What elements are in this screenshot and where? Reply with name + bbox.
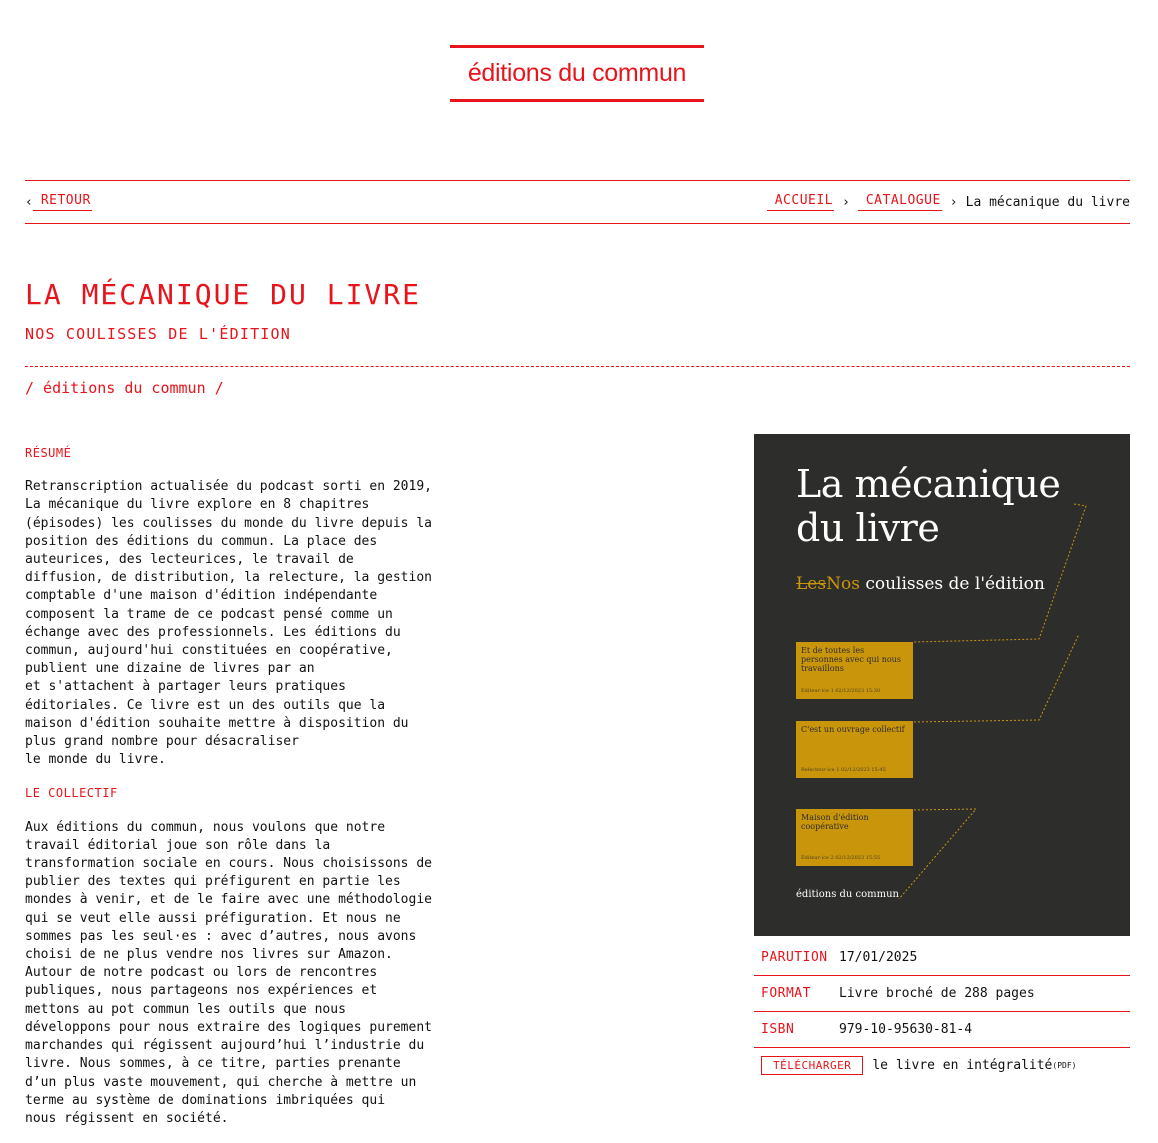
cover-title: La mécanique du livre — [796, 462, 1061, 550]
format-row: FORMAT Livre broché de 288 pages — [754, 976, 1130, 1012]
breadcrumb-current: La mécanique du livre — [965, 194, 1130, 210]
collectif-heading: LE COLLECTIF — [25, 786, 118, 801]
book-details: PARUTION 17/01/2025 FORMAT Livre broché … — [754, 940, 1130, 1083]
isbn-row: ISBN 979-10-95630-81-4 — [754, 1012, 1130, 1048]
resume-heading: RÉSUMÉ — [25, 446, 72, 460]
download-row: TÉLÉCHARGER le livre en intégralité (PDF… — [754, 1048, 1130, 1083]
download-button[interactable]: TÉLÉCHARGER — [761, 1056, 864, 1075]
cover-comment-card: Maison d'édition coopérative Éditeur·ice… — [796, 809, 913, 866]
parution-label: PARUTION — [761, 950, 828, 965]
divider — [25, 366, 1130, 367]
cover-subtitle: LesNos coulisses de l'édition — [796, 574, 1045, 594]
breadcrumb: ACCUEIL › CATALOGUE › La mécanique du li… — [766, 193, 1130, 211]
format-label: FORMAT — [761, 986, 811, 1001]
download-text: le livre en intégralité — [872, 1058, 1053, 1073]
format-value: Livre broché de 288 pages — [839, 986, 1035, 1001]
cover-publisher: éditions du commun — [796, 889, 899, 900]
collectif-text: Aux éditions du commun, nous voulons que… — [25, 819, 432, 1126]
cover-comment-card: Et de toutes les personnes avec qui nous… — [796, 642, 913, 699]
breadcrumb-catalogue-link[interactable]: CATALOGUE — [857, 193, 942, 211]
publisher-line: / éditions du commun / — [25, 379, 224, 397]
back-link[interactable]: RETOUR — [32, 193, 92, 211]
parution-row: PARUTION 17/01/2025 — [754, 940, 1130, 976]
isbn-label: ISBN — [761, 1022, 795, 1037]
breadcrumb-separator: › — [842, 194, 850, 210]
download-format: (PDF) — [1052, 1061, 1077, 1070]
page-subtitle: NOS COULISSES DE L'ÉDITION — [25, 325, 291, 343]
book-cover: La mécanique du livre LesNos coulisses d… — [754, 434, 1130, 936]
breadcrumb-home-link[interactable]: ACCUEIL — [766, 193, 835, 211]
parution-value: 17/01/2025 — [839, 950, 918, 965]
page-title: LA MÉCANIQUE DU LIVRE — [25, 278, 422, 311]
site-logo[interactable]: éditions du commun — [450, 45, 704, 102]
cover-comment-card: C'est un ouvrage collectif Relecteur·ice… — [796, 721, 913, 778]
breadcrumb-separator: › — [949, 194, 958, 210]
description-column: RÉSUMÉ Retranscription actualisée du pod… — [25, 444, 465, 1143]
resume-text: Retranscription actualisée du podcast so… — [25, 479, 432, 768]
isbn-value: 979-10-95630-81-4 — [839, 1022, 973, 1037]
breadcrumb-bar: ‹ RETOUR ACCUEIL › CATALOGUE › La mécani… — [25, 180, 1130, 224]
back-arrow-icon: ‹ — [25, 194, 33, 210]
